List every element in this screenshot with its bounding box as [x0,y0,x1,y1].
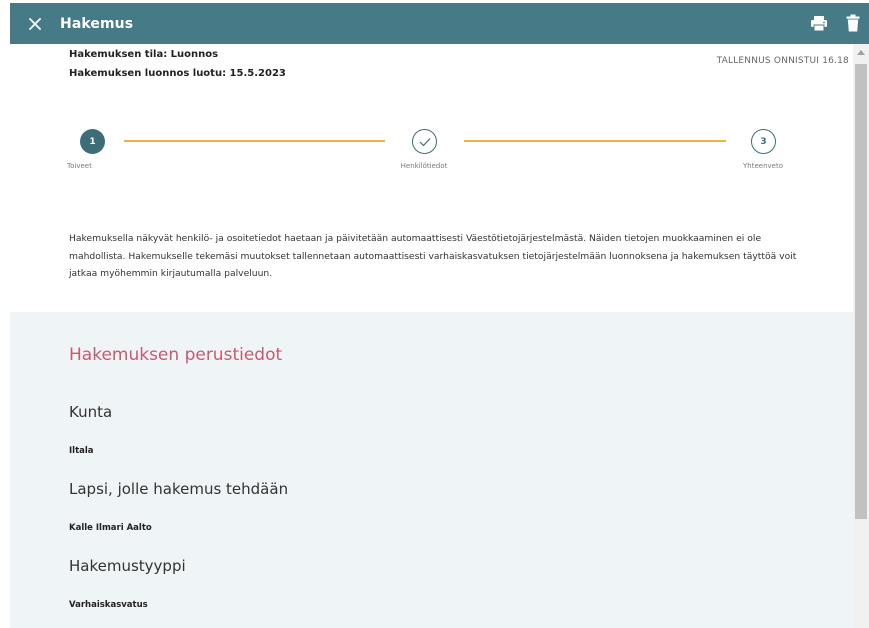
step-connector [124,140,385,142]
checkmark-icon [419,137,430,146]
application-type-label: Hakemustyyppi [69,557,186,575]
step-1-indicator[interactable]: 1 [80,129,105,154]
printer-icon [811,16,827,32]
progress-stepper: 1 3 Toiveet Henkilötiedot Yhteenveto [10,124,853,184]
print-button[interactable] [810,15,828,32]
child-value: Kalle Ilmari Aalto [69,523,152,533]
child-label: Lapsi, jolle hakemus tehdään [69,480,289,498]
vertical-scrollbar[interactable] [853,44,869,628]
trash-icon [846,14,860,32]
scrollbar-thumb[interactable] [855,64,867,519]
basic-info-section: Hakemuksen perustiedot Kunta Iltala Laps… [10,312,853,628]
close-icon [29,17,41,30]
step-2-label: Henkilötiedot [400,162,448,170]
arrow-up-icon [857,50,865,55]
application-window: Hakemus Hakemuksen tila: Luonnos Hakemuk… [10,3,869,628]
scroll-up-button[interactable] [853,44,869,60]
step-1-label: Toiveet [67,162,92,170]
step-3-label: Yhteenveto [743,162,783,170]
section-title: Hakemuksen perustiedot [69,345,283,365]
application-status: Hakemuksen tila: Luonnos [69,49,219,60]
municipality-label: Kunta [69,403,113,421]
title-bar: Hakemus [10,3,869,44]
close-button[interactable] [10,3,60,44]
application-type-value: Varhaiskasvatus [69,600,148,610]
window-title: Hakemus [60,15,134,32]
draft-created-date: Hakemuksen luonnos luotu: 15.5.2023 [69,68,286,79]
step-3-indicator[interactable]: 3 [751,129,776,154]
step-2-indicator[interactable] [412,129,437,154]
municipality-value: Iltala [69,446,94,456]
step-connector [464,140,726,142]
info-text: Hakemuksella näkyvät henkilö- ja osoitet… [69,233,797,279]
delete-button[interactable] [846,14,860,32]
form-content: Hakemuksen tila: Luonnos Hakemuksen luon… [10,44,853,628]
save-status: TALLENNUS ONNISTUI 16.18 [716,56,849,66]
